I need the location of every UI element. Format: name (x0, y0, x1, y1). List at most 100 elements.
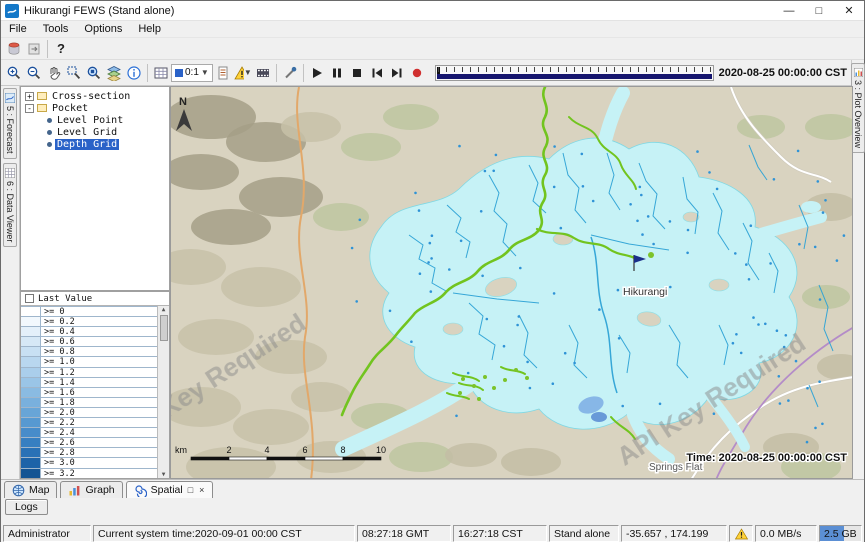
zoom-in-button[interactable] (4, 63, 24, 83)
tree-item-label[interactable]: Cross-section (50, 91, 132, 102)
first-frame-button[interactable] (367, 63, 387, 83)
logs-button[interactable]: Logs (5, 499, 48, 515)
map-canvas[interactable]: API Key Required API Key Required Hikura… (171, 87, 853, 479)
time-slider[interactable] (435, 65, 714, 81)
close-button[interactable]: ✕ (834, 1, 864, 20)
pan-hand-icon (46, 65, 62, 81)
stop-icon (350, 66, 364, 80)
tab-graph[interactable]: Graph (60, 481, 122, 498)
legend-row[interactable]: >= 1.4 (21, 378, 157, 388)
layer-scale-value: 0:1 (185, 67, 199, 78)
legend-list: >= 0>= 0.2>= 0.4>= 0.6>= 0.8>= 1.0>= 1.2… (21, 306, 157, 478)
legend-row[interactable]: >= 2.4 (21, 428, 157, 438)
forecast-icon (5, 93, 15, 103)
legend-row[interactable]: >= 1.2 (21, 368, 157, 378)
minimize-button[interactable]: — (774, 1, 804, 20)
grid-display-button[interactable] (151, 63, 171, 83)
legend-row[interactable]: >= 1.0 (21, 357, 157, 367)
legend-scrollbar[interactable]: ▲ ▼ (157, 306, 169, 478)
layer-scale-combo[interactable]: 0:1 ▼ (171, 64, 213, 82)
legend-row[interactable]: >= 2.6 (21, 438, 157, 448)
tree-item-label-selected[interactable]: Depth Grid (55, 139, 119, 150)
spatial-icon (134, 484, 147, 497)
legend-color-swatch (21, 438, 41, 447)
report-button[interactable] (213, 63, 233, 83)
tree-item-pocket[interactable]: - Pocket (21, 102, 169, 114)
tree-item-cross-section[interactable]: + Cross-section (21, 90, 169, 102)
status-coordinates: -35.657 , 174.199 (621, 525, 727, 542)
menu-help[interactable]: Help (130, 22, 169, 36)
tree-item-label[interactable]: Pocket (50, 103, 90, 114)
slider-range-bar[interactable] (437, 74, 712, 79)
info-icon (126, 65, 142, 81)
database-button[interactable] (4, 39, 24, 59)
tab-forecast[interactable]: 5 : Forecast (3, 88, 17, 159)
tab-plot-overview[interactable]: 3 : Plot Overview (851, 63, 865, 153)
menu-options[interactable]: Options (76, 22, 130, 36)
zoom-box-button[interactable] (64, 63, 84, 83)
scroll-down-icon[interactable]: ▼ (162, 471, 166, 478)
play-button[interactable] (307, 63, 327, 83)
zoom-extent-button[interactable] (84, 63, 104, 83)
legend-row[interactable]: >= 0.4 (21, 327, 157, 337)
status-memory-gauge: 2.5 GB (819, 525, 862, 542)
chart-icon (68, 484, 81, 497)
last-value-checkbox[interactable] (25, 294, 34, 303)
tree-item-label[interactable]: Level Grid (55, 127, 119, 138)
record-button[interactable] (407, 63, 427, 83)
layers-button[interactable] (104, 63, 124, 83)
legend-row[interactable]: >= 0 (21, 307, 157, 317)
scrollbar-thumb[interactable] (160, 315, 168, 341)
tab-restore-icon[interactable]: □ (187, 485, 194, 495)
collapse-icon[interactable]: - (25, 104, 34, 113)
legend-row[interactable]: >= 2.2 (21, 418, 157, 428)
status-bar: Administrator Current system time:2020-0… (1, 524, 864, 542)
tab-map[interactable]: Map (4, 481, 57, 498)
stop-button[interactable] (347, 63, 367, 83)
maximize-button[interactable]: □ (804, 1, 834, 20)
menu-bar: File Tools Options Help (1, 21, 864, 38)
last-frame-button[interactable] (387, 63, 407, 83)
bottom-tab-bar: Map Graph Spatial □ × (1, 479, 864, 498)
tab-close-icon[interactable]: × (198, 485, 205, 495)
tree-item-level-point[interactable]: Level Point (21, 114, 169, 126)
menu-file[interactable]: File (1, 22, 35, 36)
warnings-dropdown[interactable]: ▼ (233, 63, 253, 83)
legend-value-label: >= 2.4 (41, 428, 157, 437)
map-time-label: Time: 2020-08-25 00:00:00 CST (686, 452, 847, 464)
dropper-button[interactable] (280, 63, 300, 83)
tree-item-label[interactable]: Level Point (55, 115, 125, 126)
info-button[interactable] (124, 63, 144, 83)
animation-button[interactable] (253, 63, 273, 83)
export-button[interactable] (24, 39, 44, 59)
menu-tools[interactable]: Tools (35, 22, 77, 36)
legend-row[interactable]: >= 0.2 (21, 317, 157, 327)
expand-icon[interactable]: + (25, 92, 34, 101)
legend-value-label: >= 2.2 (41, 418, 157, 427)
legend-color-swatch (21, 317, 41, 326)
help-button[interactable]: ? (51, 39, 71, 59)
legend-row[interactable]: >= 2.0 (21, 408, 157, 418)
legend-row[interactable]: >= 0.8 (21, 347, 157, 357)
legend-row[interactable]: >= 3.2 (21, 469, 157, 479)
legend-row[interactable]: >= 1.6 (21, 388, 157, 398)
zoom-out-button[interactable] (24, 63, 44, 83)
legend-header: Last Value (21, 292, 169, 306)
legend-color-swatch (21, 418, 41, 427)
scroll-up-icon[interactable]: ▲ (162, 306, 166, 313)
legend-row[interactable]: >= 3.0 (21, 458, 157, 468)
zoom-box-icon (66, 65, 82, 81)
window-title: Hikurangi FEWS (Stand alone) (24, 5, 174, 17)
legend-row[interactable]: >= 1.8 (21, 398, 157, 408)
tree-item-level-grid[interactable]: Level Grid (21, 126, 169, 138)
legend-value-label: >= 0.4 (41, 327, 157, 336)
pan-button[interactable] (44, 63, 64, 83)
legend-row[interactable]: >= 2.8 (21, 448, 157, 458)
tab-spatial[interactable]: Spatial □ × (126, 481, 214, 498)
tab-plot-overview-label: 3 : Plot Overview (853, 80, 863, 148)
pause-button[interactable] (327, 63, 347, 83)
tab-data-viewer[interactable]: 6 : Data Viewer (3, 163, 17, 247)
status-warning-cell[interactable] (729, 525, 753, 542)
tree-item-depth-grid[interactable]: Depth Grid (21, 138, 169, 150)
legend-row[interactable]: >= 0.6 (21, 337, 157, 347)
